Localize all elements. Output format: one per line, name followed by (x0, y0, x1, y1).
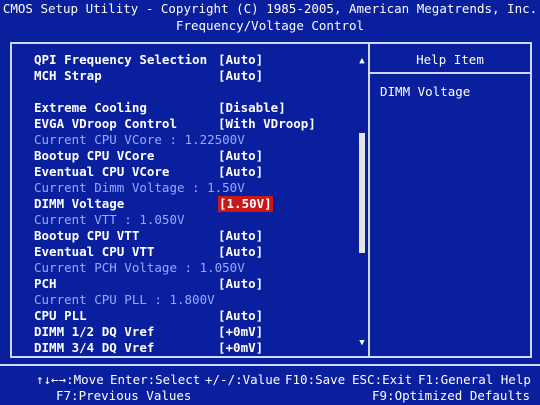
setting-dimm-34-dq-vref[interactable]: DIMM 3/4 DQ Vref [+0mV] (34, 340, 263, 356)
key-hint-enter: Enter:Select (110, 372, 201, 387)
setting-eventual-cpu-vcore[interactable]: Eventual CPU VCore [Auto] (34, 164, 263, 180)
setting-evga-vdroop[interactable]: EVGA VDroop Control [With VDroop] (34, 116, 316, 132)
info-text: Current CPU PLL : 1.800V (34, 292, 215, 307)
setting-label: DIMM 1/2 DQ Vref (34, 324, 155, 339)
setting-cpu-pll[interactable]: CPU PLL [Auto] (34, 308, 263, 324)
setting-label: MCH Strap (34, 68, 102, 83)
setting-value[interactable]: [+0mV] (218, 340, 263, 356)
footer-line-2: F7:Previous Values F9:Optimized Defaults (0, 388, 540, 404)
setting-extreme-cooling[interactable]: Extreme Cooling [Disable] (34, 100, 286, 116)
help-title: Help Item (416, 52, 484, 67)
page-title: Frequency/Voltage Control (175, 18, 365, 33)
key-hint-previous: F7:Previous Values (56, 388, 192, 403)
setting-label: Eventual CPU VCore (34, 164, 170, 179)
info-text: Current CPU VCore : 1.22500V (34, 132, 245, 147)
info-text: Current PCH Voltage : 1.050V (34, 260, 245, 275)
setting-bootup-cpu-vtt[interactable]: Bootup CPU VTT [Auto] (34, 228, 263, 244)
setting-value[interactable]: [With VDroop] (218, 116, 316, 132)
setting-qpi-frequency[interactable]: QPI Frequency Selection [Auto] (34, 52, 263, 68)
setting-label: Bootup CPU VCore (34, 148, 155, 163)
setting-value[interactable]: [+0mV] (218, 324, 263, 340)
help-divider (370, 72, 530, 74)
key-hint-general-help: F1:General Help (418, 372, 531, 387)
setting-bootup-cpu-vcore[interactable]: Bootup CPU VCore [Auto] (34, 148, 263, 164)
setting-label: CPU PLL (34, 308, 87, 323)
setting-eventual-cpu-vtt[interactable]: Eventual CPU VTT [Auto] (34, 244, 263, 260)
setting-label: QPI Frequency Selection (34, 52, 208, 67)
setting-value[interactable]: [Auto] (218, 244, 263, 260)
setting-value[interactable]: [Disable] (218, 100, 286, 116)
setting-value[interactable]: [Auto] (218, 52, 263, 68)
info-text: Current Dimm Voltage : 1.50V (34, 180, 245, 195)
key-hint-move: ↑↓←→:Move (36, 372, 104, 387)
setting-label: PCH (34, 276, 57, 291)
info-current-cpu-vcore: Current CPU VCore : 1.22500V (34, 132, 245, 148)
info-current-vtt: Current VTT : 1.050V (34, 212, 185, 228)
footer-line-1: ↑↓←→:Move Enter:Select +/-/:Value F10:Sa… (0, 372, 540, 388)
scroll-up-icon[interactable]: ▲ (356, 55, 368, 67)
info-text: Current VTT : 1.050V (34, 212, 185, 227)
help-text: DIMM Voltage (380, 84, 471, 99)
setting-mch-strap[interactable]: MCH Strap [Auto] (34, 68, 263, 84)
key-hint-save: F10:Save (285, 372, 346, 387)
scrollbar[interactable]: ▲ ▼ (356, 55, 368, 349)
setting-value[interactable]: [Auto] (218, 164, 263, 180)
setting-value[interactable]: [Auto] (218, 308, 263, 324)
setting-label: Bootup CPU VTT (34, 228, 140, 243)
key-hint-value: +/-/:Value (205, 372, 281, 387)
setting-pch[interactable]: PCH [Auto] (34, 276, 263, 292)
setting-label: Eventual CPU VTT (34, 244, 155, 259)
title-bar: CMOS Setup Utility - Copyright (C) 1985-… (0, 0, 540, 36)
scroll-down-icon[interactable]: ▼ (356, 337, 368, 349)
setting-value[interactable]: [Auto] (218, 148, 263, 164)
info-current-cpu-pll: Current CPU PLL : 1.800V (34, 292, 215, 308)
setting-label: DIMM Voltage (34, 196, 125, 211)
setting-dimm-12-dq-vref[interactable]: DIMM 1/2 DQ Vref [+0mV] (34, 324, 263, 340)
info-current-dimm-voltage: Current Dimm Voltage : 1.50V (34, 180, 245, 196)
setting-value-selected[interactable]: [1.50V] (218, 196, 273, 212)
key-hint-optimized: F9:Optimized Defaults (372, 388, 531, 403)
setting-label: Extreme Cooling (34, 100, 147, 115)
setting-value[interactable]: [Auto] (218, 276, 263, 292)
app-title: CMOS Setup Utility - Copyright (C) 1985-… (2, 1, 538, 16)
setting-value[interactable]: [Auto] (218, 68, 263, 84)
setting-label: DIMM 3/4 DQ Vref (34, 340, 155, 355)
setting-label: EVGA VDroop Control (34, 116, 177, 131)
key-hint-exit: ESC:Exit (352, 372, 413, 387)
setting-value[interactable]: [Auto] (218, 228, 263, 244)
setting-dimm-voltage[interactable]: DIMM Voltage [1.50V] (34, 196, 273, 212)
footer-keys: ↑↓←→:Move Enter:Select +/-/:Value F10:Sa… (0, 364, 540, 405)
scroll-thumb[interactable] (359, 133, 365, 253)
info-current-pch-voltage: Current PCH Voltage : 1.050V (34, 260, 245, 276)
